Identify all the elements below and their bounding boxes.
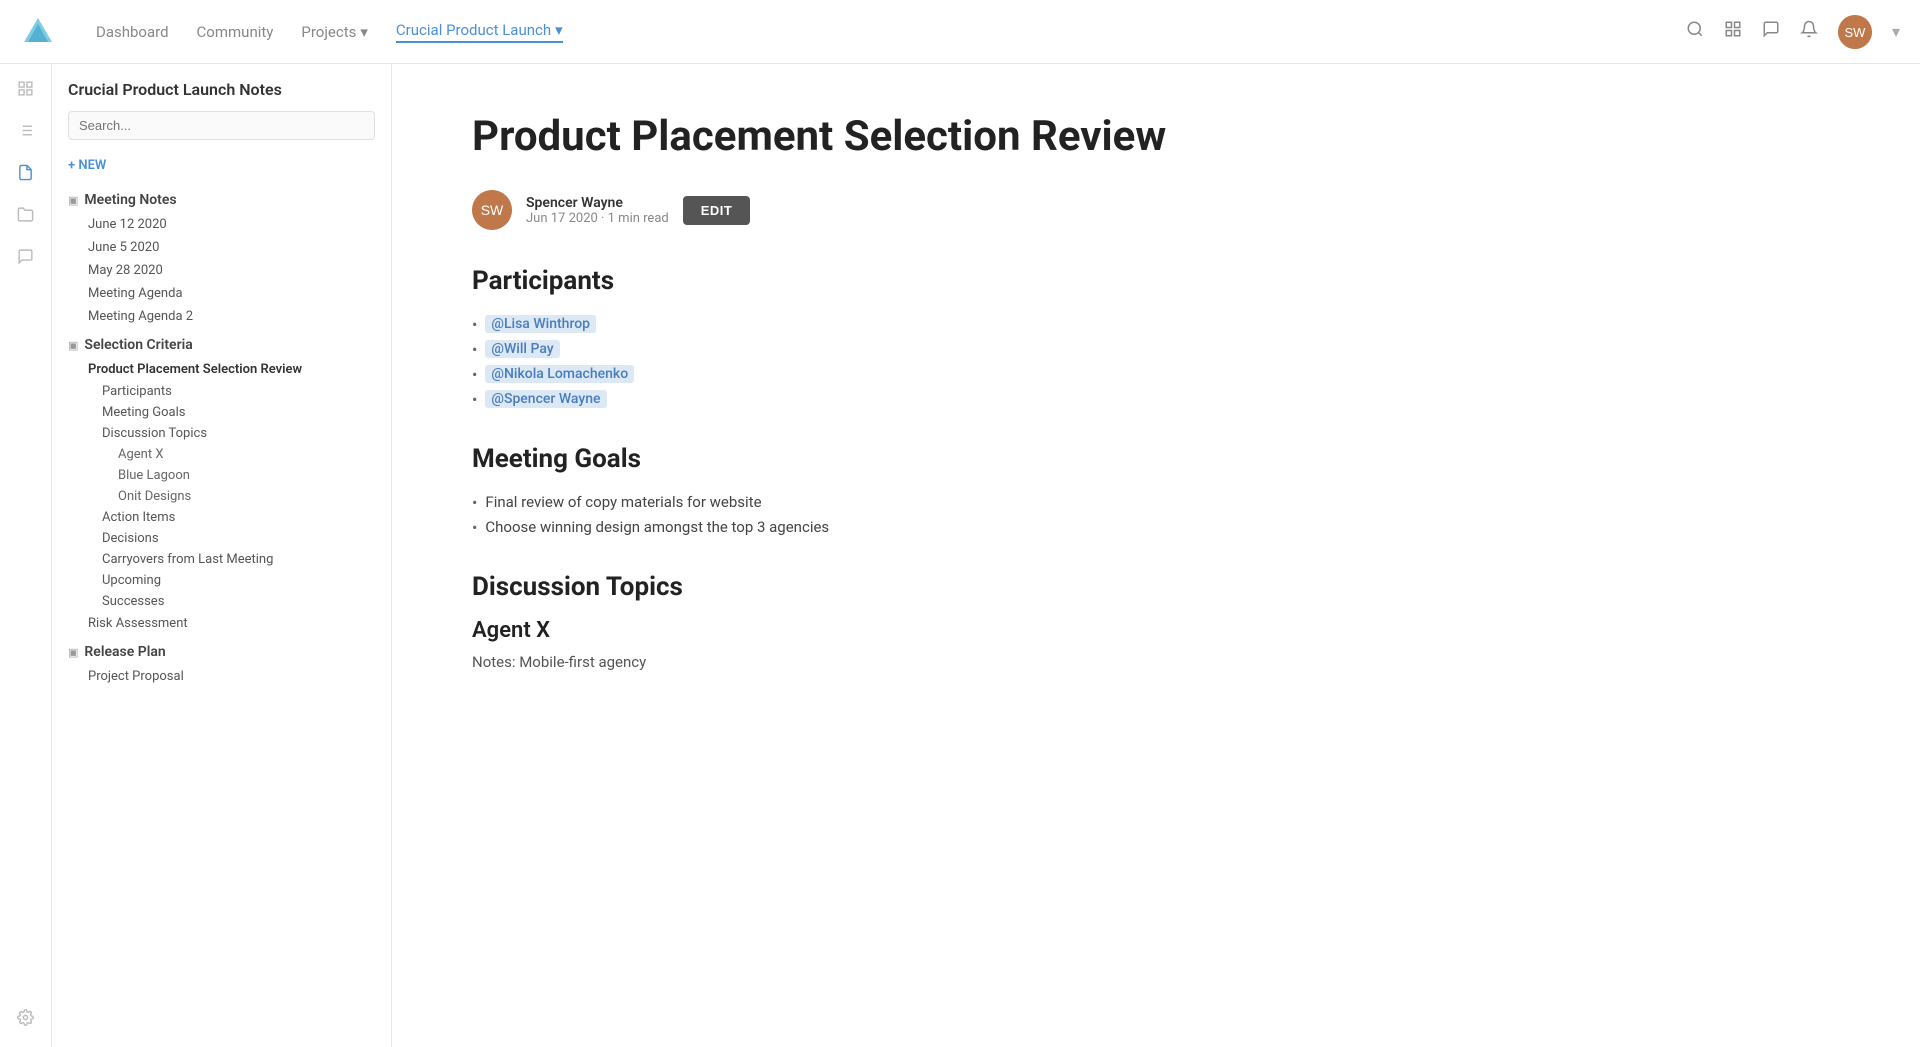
doc-author-avatar: SW [472, 190, 512, 230]
svg-text:SW: SW [1844, 25, 1866, 40]
mention-tag[interactable]: @Will Pay [485, 340, 559, 358]
sidebar-item-meeting-agenda[interactable]: Meeting Agenda [52, 282, 391, 305]
doc-author-name: Spencer Wayne [526, 195, 669, 211]
nav-dashboard[interactable]: Dashboard [96, 23, 169, 41]
sidebar-group-release-plan: ▣ Release Plan Project Proposal [52, 639, 391, 688]
sidebar-search-input[interactable] [68, 111, 375, 140]
nav-right: SW ▾ [1686, 15, 1900, 49]
list-item: @Spencer Wayne [472, 387, 1840, 412]
collapse-icon: ▣ [68, 646, 78, 659]
doc-author-date: Jun 17 2020 · 1 min read [526, 211, 669, 226]
sidebar-sub-sub-blue-lagoon[interactable]: Blue Lagoon [52, 465, 391, 486]
avatar-dropdown-icon[interactable]: ▾ [1892, 22, 1900, 41]
search-icon[interactable] [1686, 20, 1704, 43]
sidebar-item-risk-assessment[interactable]: Risk Assessment [52, 612, 391, 635]
section-heading-participants: Participants [472, 266, 1840, 296]
list-item: Final review of copy materials for websi… [472, 490, 1840, 515]
logo [20, 14, 56, 50]
main-content: Product Placement Selection Review SW Sp… [392, 64, 1920, 1047]
sidebar-sub-participants[interactable]: Participants [52, 381, 391, 402]
chevron-down-icon: ▾ [555, 21, 563, 39]
doc-meta: SW Spencer Wayne Jun 17 2020 · 1 min rea… [472, 190, 1840, 230]
edit-button[interactable]: EDIT [683, 196, 751, 225]
user-avatar[interactable]: SW [1838, 15, 1872, 49]
nav-community[interactable]: Community [197, 23, 274, 41]
sidebar-group-meeting-notes-header[interactable]: ▣ Meeting Notes [52, 187, 391, 213]
bell-icon[interactable] [1800, 20, 1818, 43]
sidebar-sub-meeting-goals[interactable]: Meeting Goals [52, 402, 391, 423]
icon-bar-list[interactable] [17, 122, 34, 144]
doc-title: Product Placement Selection Review [472, 112, 1840, 162]
sidebar-sub-carryovers[interactable]: Carryovers from Last Meeting [52, 549, 391, 570]
icon-bar-settings[interactable] [17, 1009, 34, 1031]
meeting-goals-list: Final review of copy materials for websi… [472, 490, 1840, 540]
icon-bar-grid[interactable] [17, 80, 34, 102]
chat-icon[interactable] [1762, 20, 1780, 43]
sidebar-title: Crucial Product Launch Notes [52, 80, 391, 111]
nav-links: Dashboard Community Projects ▾ Crucial P… [96, 21, 563, 43]
sidebar-sub-discussion-topics[interactable]: Discussion Topics [52, 423, 391, 444]
section-participants: Participants @Lisa Winthrop @Will Pay @N… [472, 266, 1840, 412]
sidebar: Crucial Product Launch Notes + NEW ▣ Mee… [52, 64, 392, 1047]
collapse-icon: ▣ [68, 339, 78, 352]
app-body: Crucial Product Launch Notes + NEW ▣ Mee… [0, 64, 1920, 1047]
sidebar-item-meeting-agenda-2[interactable]: Meeting Agenda 2 [52, 305, 391, 328]
participants-list: @Lisa Winthrop @Will Pay @Nikola Lomache… [472, 312, 1840, 412]
icon-bar-doc[interactable] [17, 164, 34, 186]
sidebar-sub-sub-onit-designs[interactable]: Onit Designs [52, 486, 391, 507]
sidebar-item-june-12[interactable]: June 12 2020 [52, 213, 391, 236]
sidebar-sub-action-items[interactable]: Action Items [52, 507, 391, 528]
section-heading-meeting-goals: Meeting Goals [472, 444, 1840, 474]
nav-crucial-product-launch[interactable]: Crucial Product Launch ▾ [396, 21, 563, 43]
list-item: Choose winning design amongst the top 3 … [472, 515, 1840, 540]
icon-bar [0, 64, 52, 1047]
sidebar-sub-upcoming[interactable]: Upcoming [52, 570, 391, 591]
mention-tag[interactable]: @Nikola Lomachenko [485, 365, 634, 383]
sidebar-item-product-placement[interactable]: Product Placement Selection Review [52, 358, 391, 381]
section-heading-discussion-topics: Discussion Topics [472, 572, 1840, 602]
mention-tag[interactable]: @Lisa Winthrop [485, 315, 596, 333]
nav-projects[interactable]: Projects ▾ [301, 23, 368, 41]
grid-icon[interactable] [1724, 20, 1742, 43]
sidebar-group-meeting-notes: ▣ Meeting Notes June 12 2020 June 5 2020… [52, 187, 391, 328]
sidebar-sub-decisions[interactable]: Decisions [52, 528, 391, 549]
collapse-icon: ▣ [68, 194, 78, 207]
discussion-notes: Notes: Mobile-first agency [472, 653, 1840, 671]
discussion-subheading-agent-x: Agent X [472, 618, 1840, 643]
list-item: @Will Pay [472, 337, 1840, 362]
list-item: @Lisa Winthrop [472, 312, 1840, 337]
section-discussion-topics: Discussion Topics Agent X Notes: Mobile-… [472, 572, 1840, 671]
icon-bar-folder[interactable] [17, 206, 34, 228]
icon-bar-comment[interactable] [17, 248, 34, 270]
chevron-down-icon: ▾ [360, 23, 368, 41]
sidebar-sub-successes[interactable]: Successes [52, 591, 391, 612]
sidebar-item-may-28[interactable]: May 28 2020 [52, 259, 391, 282]
sidebar-item-project-proposal[interactable]: Project Proposal [52, 665, 391, 688]
top-nav: Dashboard Community Projects ▾ Crucial P… [0, 0, 1920, 64]
sidebar-item-june-5[interactable]: June 5 2020 [52, 236, 391, 259]
sidebar-group-release-plan-header[interactable]: ▣ Release Plan [52, 639, 391, 665]
doc-author-info: Spencer Wayne Jun 17 2020 · 1 min read [526, 195, 669, 226]
sidebar-group-selection-criteria: ▣ Selection Criteria Product Placement S… [52, 332, 391, 635]
list-item: @Nikola Lomachenko [472, 362, 1840, 387]
section-meeting-goals: Meeting Goals Final review of copy mater… [472, 444, 1840, 540]
sidebar-sub-sub-agent-x[interactable]: Agent X [52, 444, 391, 465]
mention-tag[interactable]: @Spencer Wayne [485, 390, 606, 408]
sidebar-group-selection-criteria-header[interactable]: ▣ Selection Criteria [52, 332, 391, 358]
sidebar-new-button[interactable]: + NEW [52, 152, 391, 179]
svg-text:SW: SW [481, 202, 504, 218]
